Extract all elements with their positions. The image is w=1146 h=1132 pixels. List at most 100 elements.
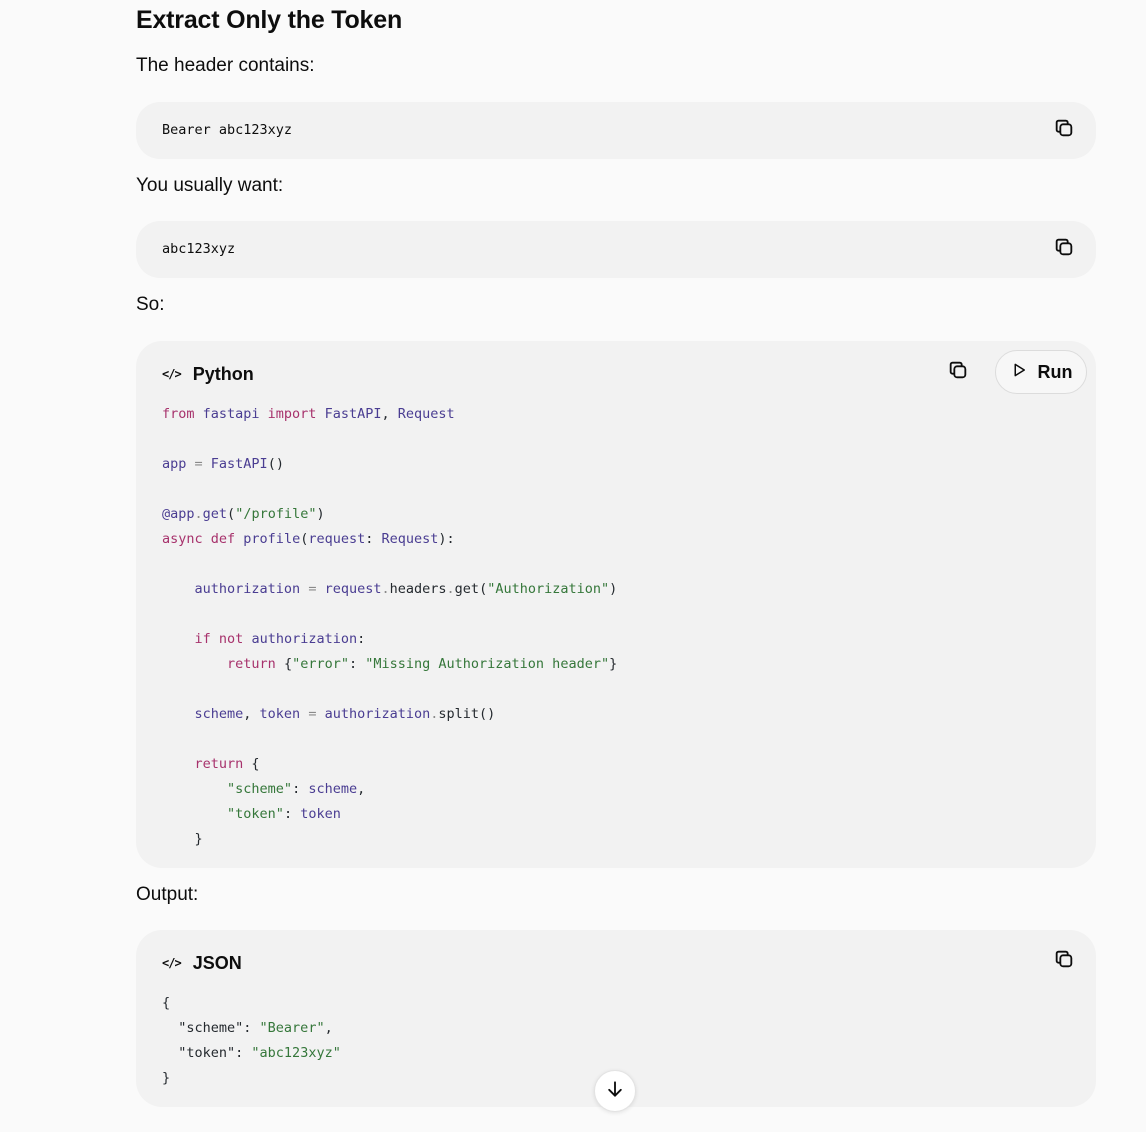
run-button-label: Run <box>1037 361 1073 382</box>
code-token: , <box>357 781 366 797</box>
code-token: ( <box>479 581 488 597</box>
code-line: return { <box>162 752 617 777</box>
copy-icon <box>1053 117 1075 144</box>
code-content[interactable]: from fastapi import FastAPI, Request app … <box>162 402 617 852</box>
code-token: : <box>348 656 366 672</box>
code-token: { <box>275 656 293 672</box>
play-icon <box>1010 361 1028 384</box>
code-line: app = FastAPI() <box>162 452 617 477</box>
code-line: "token": token <box>162 802 617 827</box>
code-token: FastAPI <box>316 406 382 422</box>
run-button[interactable]: Run <box>995 350 1087 394</box>
inline-code-text[interactable]: Bearer abc123xyz <box>162 102 292 159</box>
code-token: "abc123xyz" <box>251 1045 341 1061</box>
inline-code-text[interactable]: abc123xyz <box>162 221 235 278</box>
code-token: : <box>365 531 382 547</box>
code-token: split <box>438 706 480 722</box>
copy-button[interactable] <box>1050 116 1078 144</box>
paragraph-output: Output: <box>136 884 199 905</box>
code-token: get <box>454 581 480 597</box>
code-line: scheme, token = authorization.split() <box>162 702 617 727</box>
section-heading: Extract Only the Token <box>136 6 403 34</box>
arrow-down-icon <box>605 1079 625 1104</box>
code-token: : <box>292 781 309 797</box>
code-token: request <box>308 531 366 547</box>
code-token: app <box>162 456 195 472</box>
code-token: { <box>162 995 171 1011</box>
code-token: , <box>243 706 260 722</box>
copy-button[interactable] <box>1050 235 1078 263</box>
paragraph-header-contains: The header contains: <box>136 55 315 76</box>
code-token: Request <box>397 406 455 422</box>
code-token: () <box>479 706 496 722</box>
python-code-block: </> Python Run from fastapi import FastA… <box>136 341 1096 868</box>
code-line: authorization = request.headers.get("Aut… <box>162 577 618 602</box>
code-token: } <box>162 831 203 847</box>
code-token: "error" <box>292 656 349 672</box>
code-line: async def profile(request: Request): <box>162 527 617 552</box>
code-token: from <box>162 406 195 422</box>
inline-code-block-token: abc123xyz <box>136 221 1096 278</box>
code-token: . <box>381 581 390 597</box>
code-token: "scheme" <box>162 1020 244 1036</box>
code-token: get <box>202 506 228 522</box>
code-token: Request <box>381 531 439 547</box>
code-token: @app <box>162 506 195 522</box>
code-token: import <box>267 406 317 422</box>
code-line: } <box>162 1066 341 1091</box>
code-line: return {"error": "Missing Authorization … <box>162 652 617 677</box>
code-language-header: </> JSON <box>162 950 242 976</box>
code-token: ( <box>227 506 236 522</box>
paragraph-so: So: <box>136 294 165 315</box>
code-content[interactable]: { "scheme": "Bearer", "token": "abc123xy… <box>162 991 341 1091</box>
code-token: : <box>283 806 301 822</box>
code-token: return <box>227 656 276 672</box>
code-token: def <box>210 531 236 547</box>
paragraph-usually-want: You usually want: <box>136 175 284 196</box>
code-token: return <box>194 756 244 772</box>
code-token: scheme <box>162 706 244 722</box>
code-token: ) <box>609 581 618 597</box>
copy-icon <box>947 359 969 386</box>
code-line: { <box>162 991 341 1016</box>
scroll-to-bottom-button[interactable] <box>594 1070 636 1112</box>
code-line: "scheme": "Bearer", <box>162 1016 341 1041</box>
code-token: ) <box>316 506 325 522</box>
code-token: authorization <box>162 581 309 597</box>
code-language-header: </> Python <box>162 361 254 387</box>
code-token: } <box>162 1070 171 1086</box>
code-token: , <box>324 1020 333 1036</box>
code-token: "scheme" <box>227 781 293 797</box>
code-line: } <box>162 827 617 852</box>
code-token: . <box>194 506 203 522</box>
code-token: { <box>243 756 260 772</box>
code-token: scheme <box>308 781 358 797</box>
code-token: not <box>218 631 244 647</box>
code-icon: </> <box>162 367 182 381</box>
code-token: = <box>194 456 203 472</box>
code-token: () <box>267 456 284 472</box>
code-language-label: JSON <box>192 952 242 973</box>
code-language-label: Python <box>192 363 254 384</box>
copy-button[interactable] <box>944 358 972 386</box>
code-token: : <box>235 1045 252 1061</box>
copy-button[interactable] <box>1050 947 1078 975</box>
copy-icon <box>1053 236 1075 263</box>
code-line: from fastapi import FastAPI, Request <box>162 402 617 427</box>
code-token: ): <box>438 531 455 547</box>
code-line: "scheme": scheme, <box>162 777 617 802</box>
code-token: request <box>316 581 382 597</box>
code-token: authorization <box>243 631 358 647</box>
code-token: : <box>357 631 366 647</box>
code-token: "Bearer" <box>259 1020 325 1036</box>
code-token: "Authorization" <box>487 581 610 597</box>
inline-code-block-bearer: Bearer abc123xyz <box>136 102 1096 159</box>
code-token: headers <box>389 581 447 597</box>
